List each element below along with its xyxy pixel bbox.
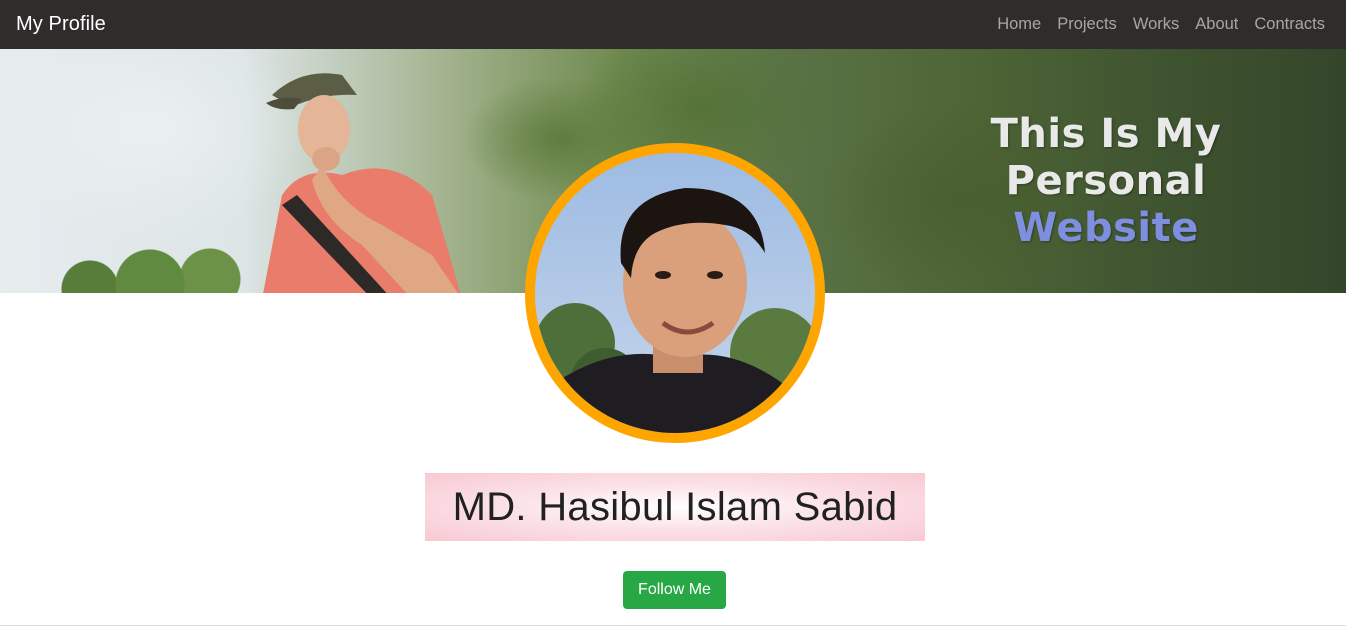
nav-item-home: Home: [997, 15, 1041, 34]
top-navbar: My Profile Home Projects Works About Con…: [0, 0, 1346, 49]
nav-item-contracts: Contracts: [1254, 15, 1325, 34]
cover-title-line1: This Is My Personal: [990, 111, 1222, 205]
nav-link-contracts[interactable]: Contracts: [1254, 15, 1325, 33]
profile-name-box: MD. Hasibul Islam Sabid: [425, 473, 925, 541]
nav-menu: Home Projects Works About Contracts: [997, 15, 1325, 34]
cover-person-photo: [263, 73, 461, 293]
nav-item-works: Works: [1133, 15, 1179, 34]
avatar-photo: [535, 153, 815, 433]
brand-link[interactable]: My Profile: [16, 13, 106, 36]
nav-link-home[interactable]: Home: [997, 15, 1041, 33]
nav-link-projects[interactable]: Projects: [1057, 15, 1117, 33]
profile-name: MD. Hasibul Islam Sabid: [452, 484, 898, 529]
nav-link-about[interactable]: About: [1195, 15, 1238, 33]
nav-link-works[interactable]: Works: [1133, 15, 1179, 33]
cover-title: This Is My Personal Website: [886, 111, 1326, 253]
section-divider: [0, 625, 1346, 626]
profile-avatar: [525, 143, 825, 443]
nav-item-projects: Projects: [1057, 15, 1117, 34]
follow-button[interactable]: Follow Me: [623, 571, 726, 609]
cover-title-line2: Website: [1013, 205, 1199, 252]
nav-item-about: About: [1195, 15, 1238, 34]
